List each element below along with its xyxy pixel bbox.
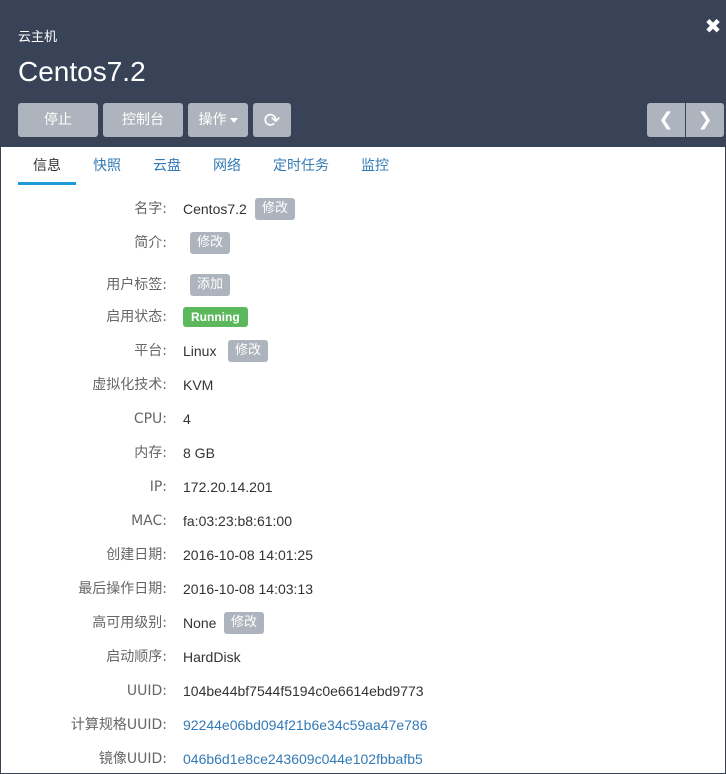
- info-label: 内存:: [134, 445, 167, 461]
- offering-uuid-link[interactable]: 92244e06bd094f21b6e34c59aa47e786: [183, 713, 427, 737]
- info-label: UUID:: [126, 683, 167, 699]
- info-label: 创建日期:: [106, 547, 167, 563]
- info-label: MAC:: [131, 513, 167, 529]
- info-label: CPU:: [133, 411, 167, 427]
- tab-bar: 信息 快照 云盘 网络 定时任务 监控: [1, 147, 725, 187]
- prev-button[interactable]: ❮: [647, 103, 685, 137]
- info-row-created: 创建日期: 2016-10-08 14:01:25: [1, 543, 725, 567]
- info-label: 计算规格UUID:: [70, 717, 167, 733]
- console-button[interactable]: 控制台: [103, 103, 183, 137]
- edit-ha-level-button[interactable]: 修改: [224, 612, 265, 634]
- info-label: 简介:: [134, 235, 167, 251]
- info-row-memory: 内存: 8 GB: [1, 441, 725, 465]
- info-row-cpu: CPU: 4: [1, 407, 725, 431]
- info-value: 104be44bf7544f5194c0e6614ebd9773: [183, 683, 424, 699]
- info-label: 启用状态:: [106, 309, 167, 325]
- tab-network[interactable]: 网络: [205, 147, 249, 185]
- info-label: 高可用级别:: [92, 615, 167, 631]
- info-value: None: [183, 615, 217, 631]
- info-row-user-tags: 用户标签: 添加: [1, 273, 725, 297]
- close-icon[interactable]: ✖: [703, 15, 723, 37]
- info-row-description: 简介: 修改: [1, 231, 725, 255]
- info-value: 8 GB: [183, 445, 215, 461]
- info-value: 2016-10-08 14:01:25: [183, 547, 313, 563]
- tab-volumes[interactable]: 云盘: [145, 147, 189, 185]
- panel-subtitle: 云主机: [18, 30, 58, 45]
- info-value: 2016-10-08 14:03:13: [183, 581, 313, 597]
- info-row-uuid: UUID: 104be44bf7544f5194c0e6614ebd9773: [1, 679, 725, 703]
- info-label: 用户标签:: [106, 277, 167, 293]
- info-row-image-uuid: 镜像UUID: 046b6d1e8ce243609c044e102fbbafb5: [1, 747, 725, 771]
- edit-platform-button[interactable]: 修改: [228, 340, 269, 362]
- info-label: IP:: [149, 479, 167, 495]
- info-label: 名字:: [134, 201, 167, 217]
- info-label: 镜像UUID:: [98, 751, 167, 767]
- info-row-platform: 平台: Linux 修改: [1, 339, 725, 363]
- refresh-icon: ⟳: [263, 108, 281, 132]
- page-title: Centos7.2: [18, 56, 146, 87]
- refresh-button[interactable]: ⟳: [253, 103, 291, 137]
- info-row-boot-order: 启动顺序: HardDisk: [1, 645, 725, 669]
- info-row-mac: MAC: fa:03:23:b8:61:00: [1, 509, 725, 533]
- next-button[interactable]: ❯: [686, 103, 724, 137]
- info-row-ha-level: 高可用级别: None 修改: [1, 611, 725, 635]
- info-row-status: 启用状态: Running: [1, 305, 725, 329]
- image-uuid-link[interactable]: 046b6d1e8ce243609c044e102fbbafb5: [183, 747, 423, 771]
- tab-snapshots[interactable]: 快照: [85, 147, 129, 185]
- stop-button[interactable]: 停止: [18, 103, 98, 137]
- panel-header: 云主机 Centos7.2 ✖ 停止 控制台 操作 ⟳ ❮ ❯: [1, 1, 725, 147]
- info-row-ip: IP: 172.20.14.201: [1, 475, 725, 499]
- info-row-name: 名字: Centos7.2 修改: [1, 197, 725, 221]
- info-value: HardDisk: [183, 649, 241, 665]
- info-label: 启动顺序:: [106, 649, 167, 665]
- caret-down-icon: [229, 117, 238, 123]
- info-value: Linux: [183, 343, 217, 359]
- info-value: Centos7.2: [183, 201, 247, 217]
- info-value: 172.20.14.201: [183, 479, 273, 495]
- chevron-right-icon: ❯: [697, 109, 713, 130]
- info-row-last-op: 最后操作日期: 2016-10-08 14:03:13: [1, 577, 725, 601]
- edit-name-button[interactable]: 修改: [255, 198, 296, 220]
- actions-dropdown-button[interactable]: 操作: [188, 103, 248, 137]
- tab-scheduled-tasks[interactable]: 定时任务: [267, 147, 335, 185]
- info-row-offering-uuid: 计算规格UUID: 92244e06bd094f21b6e34c59aa47e7…: [1, 713, 725, 737]
- info-value: KVM: [183, 377, 214, 393]
- vm-detail-panel: 云主机 Centos7.2 ✖ 停止 控制台 操作 ⟳ ❮ ❯ 信息 快照 云盘…: [0, 0, 726, 774]
- info-label: 平台:: [134, 343, 167, 359]
- info-label: 最后操作日期:: [78, 581, 167, 597]
- tab-info[interactable]: 信息: [18, 147, 76, 185]
- status-badge: Running: [183, 307, 248, 327]
- info-row-virtualization: 虚拟化技术: KVM: [1, 373, 725, 397]
- tab-monitoring[interactable]: 监控: [353, 147, 397, 185]
- info-value: 4: [183, 411, 191, 427]
- edit-description-button[interactable]: 修改: [190, 232, 231, 254]
- chevron-left-icon: ❮: [658, 109, 674, 130]
- info-value: fa:03:23:b8:61:00: [183, 513, 292, 529]
- info-label: 虚拟化技术:: [92, 377, 167, 393]
- actions-label: 操作: [198, 112, 227, 128]
- add-tag-button[interactable]: 添加: [190, 274, 231, 296]
